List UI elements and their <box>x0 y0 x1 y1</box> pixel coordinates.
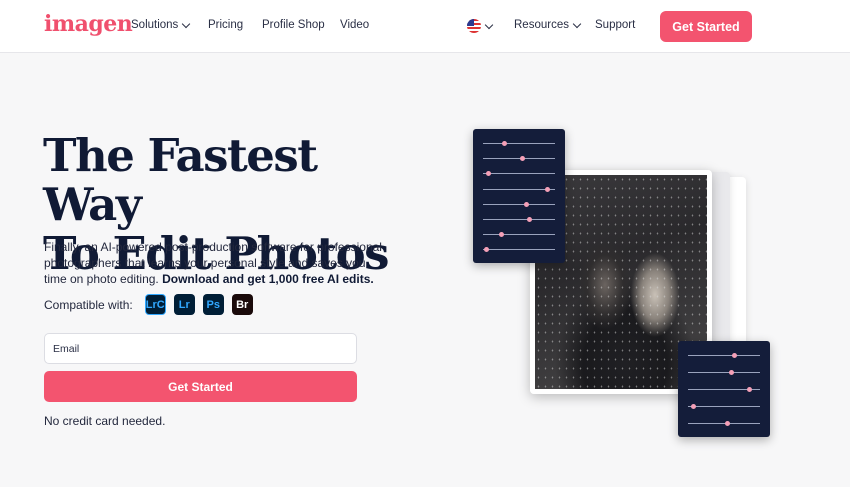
adjustment-sliders-panel-bottom <box>678 341 770 437</box>
photoshop-icon: Ps <box>202 294 224 315</box>
headline-line-1: The Fastest Way <box>43 129 318 231</box>
email-field[interactable] <box>44 333 357 364</box>
imagen-logo[interactable]: imagen <box>44 11 133 37</box>
hero-subtext: Finally, an AI-powered post-production s… <box>44 239 384 287</box>
slider-knob <box>728 370 734 375</box>
compatible-label: Compatible with: <box>44 297 133 312</box>
slider-track <box>483 234 555 236</box>
get-started-button[interactable]: Get Started <box>44 371 357 402</box>
lightroom-classic-icon: LrC <box>144 294 166 315</box>
slider-knob <box>527 217 533 222</box>
nav-resources[interactable]: Resources <box>514 19 582 31</box>
adjustment-sliders-panel-top <box>473 129 565 263</box>
slider-track <box>483 188 555 190</box>
nav-video[interactable]: Video <box>340 19 369 31</box>
chevron-down-icon <box>484 20 494 29</box>
slider-knob <box>486 171 492 177</box>
nav-solutions-label: Solutions <box>131 19 179 31</box>
no-credit-card-note: No credit card needed. <box>44 414 166 428</box>
nav-video-label: Video <box>340 19 370 31</box>
slider-knob <box>523 201 529 207</box>
slider-track <box>688 372 760 373</box>
slider-knob <box>502 141 508 146</box>
nav-profile-shop-label: Profile Shop <box>262 19 325 31</box>
slider-knob <box>732 353 738 358</box>
slider-knob <box>545 186 551 192</box>
nav-pricing[interactable]: Pricing <box>208 19 243 31</box>
slider-knob <box>498 232 504 238</box>
nav-resources-label: Resources <box>514 19 569 31</box>
slider-knob <box>520 156 526 162</box>
nav-support-label: Support <box>595 19 636 31</box>
language-selector[interactable] <box>467 19 494 33</box>
nav-solutions[interactable]: Solutions <box>131 19 191 31</box>
hero-subtext-bold: Download and get 1,000 free AI edits. <box>162 272 374 286</box>
slider-track <box>483 219 555 220</box>
compatibility-row: Compatible with: LrC Lr Ps Br <box>44 294 253 315</box>
slider-track <box>688 423 760 424</box>
slider-track <box>483 143 555 144</box>
nav-pricing-label: Pricing <box>208 19 244 31</box>
slider-track <box>483 158 555 160</box>
nav-profile-shop[interactable]: Profile Shop <box>262 19 325 31</box>
nav-get-started-button[interactable]: Get Started <box>660 11 752 42</box>
slider-knob <box>484 247 490 253</box>
bridge-icon: Br <box>231 294 253 315</box>
slider-track <box>483 203 555 205</box>
slider-track <box>483 173 555 175</box>
slider-track <box>483 249 555 251</box>
slider-track <box>688 406 760 407</box>
chevron-down-icon <box>572 19 582 28</box>
slider-knob <box>691 404 697 409</box>
lightroom-icon: Lr <box>173 294 195 315</box>
top-nav: imagen Solutions Pricing Profile Shop Vi… <box>0 0 850 53</box>
us-flag-icon <box>467 19 481 33</box>
chevron-down-icon <box>182 19 191 28</box>
nav-support[interactable]: Support <box>595 19 635 31</box>
slider-knob <box>746 387 752 392</box>
slider-track <box>688 355 760 356</box>
slider-knob <box>725 421 731 426</box>
